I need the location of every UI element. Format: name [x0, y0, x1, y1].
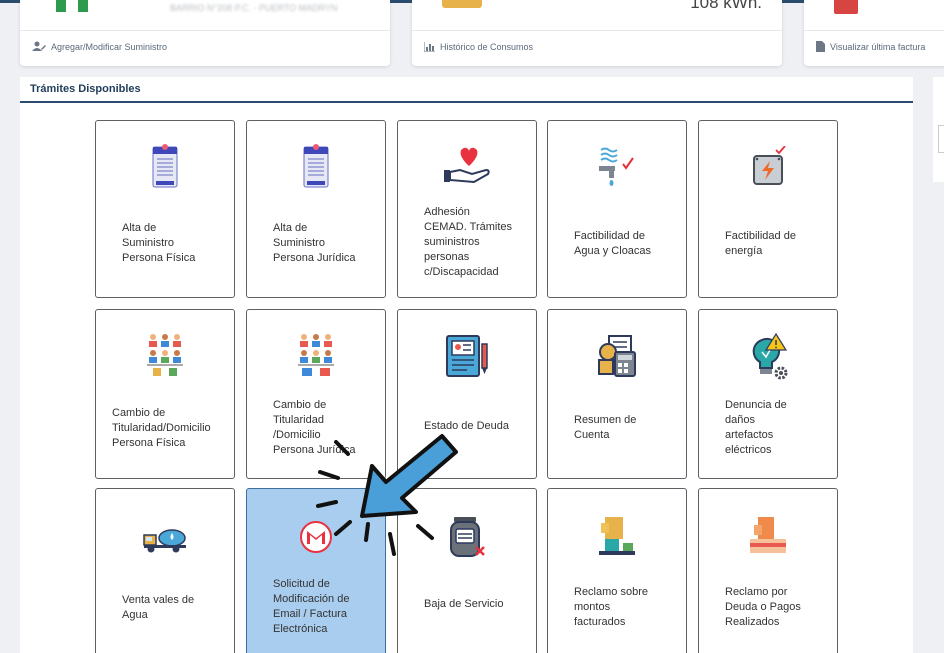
heart-hand-icon [444, 147, 490, 184]
tile-factibilidad-agua[interactable]: Factibilidad de Agua y Cloacas [547, 120, 687, 298]
invoice-card: Visualizar última factura [804, 0, 944, 66]
card-divider [804, 30, 944, 31]
tile-label: Factibilidad de Agua y Cloacas [574, 230, 652, 257]
payment-icon [750, 517, 786, 553]
tile-cambio-titularidad-fisica[interactable]: Cambio de Titularidad/Domicilio Persona Fí… [95, 309, 235, 479]
card-divider [412, 30, 782, 31]
tile-resumen-cuenta[interactable]: Resumen de Cuenta [547, 309, 687, 479]
supply-icon [56, 0, 104, 12]
tile-label: Denuncia de daños artefactos eléctricos [725, 399, 787, 456]
tile-label: Solicitud de Modificación de Email / Factu… [273, 578, 350, 635]
tile-label: Adhesión CEMAD. Trámites suministros person… [424, 206, 513, 278]
invoice-icon [834, 0, 858, 14]
tile-label: Reclamo por Deuda o Pagos Realizados [725, 586, 801, 628]
user-edit-icon [32, 41, 46, 51]
hand-complaint-icon [599, 517, 635, 555]
bulb-warning-icon [752, 332, 788, 380]
water-faucet-icon [599, 147, 634, 186]
electric-box-icon [753, 146, 786, 185]
pointer-arrow-icon [316, 434, 458, 556]
supply-address: BARRIO N°208 P.C. - PUERTO MADRYN [170, 3, 338, 13]
form-icon [152, 144, 178, 188]
card-divider [20, 30, 390, 31]
tile-reclamo-montos-facturados[interactable]: Reclamo sobre montos facturados [547, 488, 687, 653]
people-group-icon [147, 334, 183, 376]
tile-label: Resumen de Cuenta [574, 414, 637, 441]
tile-label: Baja de Servicio [424, 598, 504, 610]
tile-venta-vales-agua[interactable]: Venta vales de Agua [95, 488, 235, 653]
consumption-card: 108 kWh. Histórico de Consumos [412, 0, 782, 66]
tile-label: Alta de Suministro Persona Física [122, 222, 196, 264]
tile-label: Alta de Suministro Persona Jurídica [273, 222, 356, 264]
tile-reclamo-deuda-pagos[interactable]: Reclamo por Deuda o Pagos Realizados [698, 488, 838, 653]
tile-adhesion-cemad[interactable]: Adhesión CEMAD. Trámites suministros person… [397, 120, 537, 298]
people-business-icon [298, 334, 334, 376]
form-icon [303, 144, 329, 188]
bar-chart-icon [424, 42, 435, 52]
document-icon [816, 41, 825, 52]
add-modify-supply-link[interactable]: Agregar/Modificar Suministro [32, 41, 167, 52]
water-truck-icon [143, 529, 186, 553]
tile-label: Venta vales de Agua [122, 594, 195, 621]
document-pen-icon [446, 335, 488, 377]
tile-factibilidad-energia[interactable]: Factibilidad de energía [698, 120, 838, 298]
tile-alta-persona-juridica[interactable]: Alta de Suministro Persona Jurídica [246, 120, 386, 298]
tile-denuncia-danos[interactable]: Denuncia de daños artefactos eléctricos [698, 309, 838, 479]
view-last-invoice-link[interactable]: Visualizar última factura [816, 41, 925, 52]
consumption-history-link[interactable]: Histórico de Consumos [424, 42, 533, 52]
panel-title: Trámites Disponibles [20, 77, 913, 103]
right-side-panel [933, 77, 944, 182]
supply-card: BARRIO N°208 P.C. - PUERTO MADRYN Agrega… [20, 0, 390, 66]
tile-alta-persona-fisica[interactable]: Alta de Suministro Persona Física [95, 120, 235, 298]
tile-label: Cambio de Titularidad/Domicilio Persona Fí… [112, 407, 211, 449]
tile-label: Factibilidad de energía [725, 230, 796, 257]
calculator-icon [598, 335, 636, 377]
meter-icon [442, 0, 482, 8]
tile-label: Reclamo sobre montos facturados [574, 586, 648, 628]
consumption-value: 108 kWh. [690, 0, 762, 12]
